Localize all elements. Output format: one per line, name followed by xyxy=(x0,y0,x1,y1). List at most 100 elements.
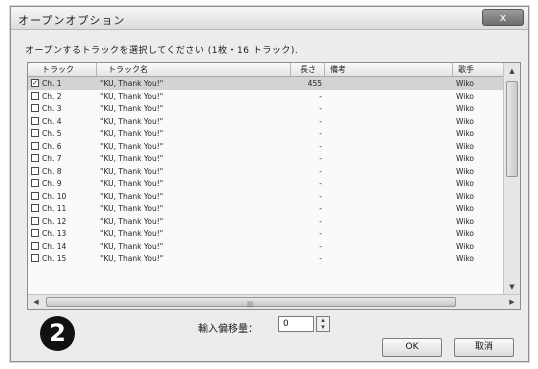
scroll-down-icon[interactable]: ▼ xyxy=(504,279,520,295)
track-row[interactable]: Ch. 9 "KU, Thank You!" - Wiko xyxy=(28,177,504,190)
track-number: Ch. 1 xyxy=(42,79,62,88)
header-length[interactable]: 長さ xyxy=(300,64,316,75)
track-row[interactable]: Ch. 5 "KU, Thank You!" - Wiko xyxy=(28,127,504,140)
track-number: Ch. 10 xyxy=(42,191,67,201)
track-length: - xyxy=(319,179,322,188)
checkbox[interactable] xyxy=(31,166,39,175)
checkbox-checked[interactable]: ✓ xyxy=(31,79,39,87)
scroll-right-icon[interactable]: ▶ xyxy=(504,295,520,309)
checkbox[interactable] xyxy=(31,129,39,137)
close-icon: x xyxy=(499,11,507,24)
track-row[interactable]: Ch. 13 "KU, Thank You!" - Wiko xyxy=(28,227,504,240)
instruction-text: オープンするトラックを選択してください (1枚・16 トラック). xyxy=(25,46,299,56)
track-row[interactable]: ✓ Ch. 1 "KU, Thank You!" 455 Wiko xyxy=(28,77,504,90)
track-length: - xyxy=(319,141,322,151)
track-row[interactable]: Ch. 7 "KU, Thank You!" - Wiko xyxy=(28,152,504,165)
track-row[interactable]: Ch. 6 "KU, Thank You!" - Wiko xyxy=(28,140,504,153)
title-bar: オープンオプション x xyxy=(11,7,528,30)
track-length: - xyxy=(319,154,322,163)
track-artist: Wiko xyxy=(456,154,474,163)
track-row[interactable]: Ch. 8 "KU, Thank You!" - Wiko xyxy=(28,165,504,178)
track-artist: Wiko xyxy=(456,91,474,101)
header-notes[interactable]: 備考 xyxy=(330,64,346,75)
track-length: 455 xyxy=(307,79,322,88)
track-name: "KU, Thank You!" xyxy=(100,254,164,263)
column-divider[interactable] xyxy=(290,63,291,77)
dialog-title: オープンオプション xyxy=(18,14,126,27)
checkbox[interactable] xyxy=(31,254,39,262)
track-name: "KU, Thank You!" xyxy=(100,166,164,176)
grip-icon: ||| xyxy=(247,301,254,308)
checkbox[interactable] xyxy=(31,191,39,200)
checkbox[interactable] xyxy=(31,154,39,162)
header-track[interactable]: トラック xyxy=(42,64,74,75)
track-length: - xyxy=(319,229,322,238)
checkbox[interactable] xyxy=(31,229,39,237)
track-length: - xyxy=(319,166,322,176)
track-number: Ch. 8 xyxy=(42,166,62,176)
header-artist[interactable]: 歌手 xyxy=(458,64,474,75)
vertical-scroll-thumb[interactable] xyxy=(506,81,518,177)
offset-spinner[interactable]: ▴ ▾ xyxy=(316,316,330,332)
input-offset-field[interactable]: 0 xyxy=(278,316,314,332)
track-artist: Wiko xyxy=(456,166,474,176)
column-divider[interactable] xyxy=(452,63,453,77)
track-row[interactable]: Ch. 2 "KU, Thank You!" - Wiko xyxy=(28,90,504,103)
track-number: Ch. 4 xyxy=(42,116,62,126)
track-length: - xyxy=(319,191,322,201)
track-artist: Wiko xyxy=(456,129,474,138)
checkbox[interactable] xyxy=(31,116,39,125)
track-artist: Wiko xyxy=(456,141,474,151)
track-artist: Wiko xyxy=(456,179,474,188)
track-row[interactable]: Ch. 14 "KU, Thank You!" - Wiko xyxy=(28,240,504,253)
header-track-name[interactable]: トラック名 xyxy=(108,64,148,75)
track-row[interactable]: Ch. 4 "KU, Thank You!" - Wiko xyxy=(28,115,504,128)
scroll-up-icon[interactable]: ▲ xyxy=(504,63,520,79)
track-number: Ch. 3 xyxy=(42,104,62,113)
track-name: "KU, Thank You!" xyxy=(100,141,164,151)
cancel-button[interactable]: 取消 xyxy=(454,338,514,357)
track-number: Ch. 5 xyxy=(42,129,62,138)
track-number: Ch. 6 xyxy=(42,141,62,151)
track-row[interactable]: Ch. 10 "KU, Thank You!" - Wiko xyxy=(28,190,504,203)
track-name: "KU, Thank You!" xyxy=(100,229,164,238)
track-artist: Wiko xyxy=(456,254,474,263)
track-name: "KU, Thank You!" xyxy=(100,79,164,88)
checkbox[interactable] xyxy=(31,141,39,150)
track-name: "KU, Thank You!" xyxy=(100,104,164,113)
track-length: - xyxy=(319,204,322,213)
track-length: - xyxy=(319,241,322,251)
track-row[interactable]: Ch. 12 "KU, Thank You!" - Wiko xyxy=(28,215,504,228)
column-divider[interactable] xyxy=(324,63,325,77)
close-button[interactable]: x xyxy=(482,9,524,26)
checkbox[interactable] xyxy=(31,216,39,225)
vertical-scrollbar[interactable]: ▲ ▼ xyxy=(503,63,520,295)
track-artist: Wiko xyxy=(456,241,474,251)
track-artist: Wiko xyxy=(456,104,474,113)
spin-down-icon[interactable]: ▾ xyxy=(317,324,329,331)
track-row[interactable]: Ch. 11 "KU, Thank You!" - Wiko xyxy=(28,202,504,215)
track-number: Ch. 11 xyxy=(42,204,67,213)
track-list-header: トラック トラック名 長さ 備考 歌手 xyxy=(28,63,504,77)
checkbox[interactable] xyxy=(31,204,39,212)
column-divider[interactable] xyxy=(96,63,97,77)
track-rows: ✓ Ch. 1 "KU, Thank You!" 455 Wiko Ch. 2 "KU, T… xyxy=(28,77,504,265)
checkbox[interactable] xyxy=(31,91,39,100)
checkbox[interactable] xyxy=(31,179,39,187)
track-artist: Wiko xyxy=(456,191,474,201)
horizontal-scrollbar[interactable]: ◀ ||| ▶ xyxy=(28,294,520,309)
track-name: "KU, Thank You!" xyxy=(100,216,164,226)
track-number: Ch. 14 xyxy=(42,241,67,251)
input-offset-label: 輸入偏移量： xyxy=(198,324,258,335)
checkbox[interactable] xyxy=(31,241,39,250)
track-artist: Wiko xyxy=(456,116,474,126)
horizontal-scroll-thumb[interactable]: ||| xyxy=(46,297,456,308)
scroll-left-icon[interactable]: ◀ xyxy=(28,295,44,309)
track-number: Ch. 9 xyxy=(42,179,62,188)
checkbox[interactable] xyxy=(31,104,39,112)
track-row[interactable]: Ch. 3 "KU, Thank You!" - Wiko xyxy=(28,102,504,115)
ok-button[interactable]: OK xyxy=(382,338,442,357)
track-length: - xyxy=(319,91,322,101)
track-row[interactable]: Ch. 15 "KU, Thank You!" - Wiko xyxy=(28,252,504,265)
track-name: "KU, Thank You!" xyxy=(100,91,164,101)
